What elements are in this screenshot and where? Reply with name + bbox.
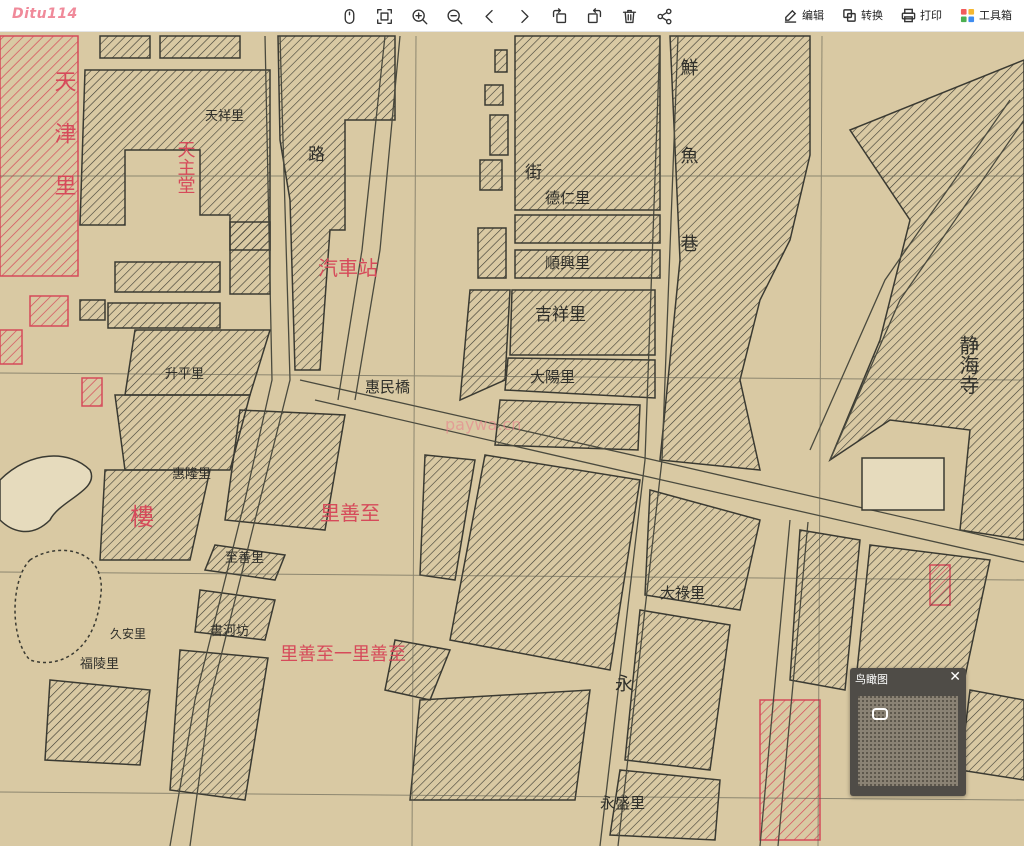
edit-icon (784, 9, 797, 23)
label-deren: 德仁里 (545, 189, 590, 207)
label-zhishan2: 里善至 (320, 501, 380, 525)
toolbar-actions: 编辑 转换 打印 工具箱 (783, 7, 1012, 23)
label-guanglin: 福陵里 (80, 657, 119, 672)
label-lu: 路 (308, 145, 325, 165)
label-tianjinli: 天津里 (51, 70, 77, 226)
overview-title: 鸟瞰图 (855, 673, 888, 686)
convert-label: 转换 (861, 9, 883, 22)
label-yongsheng: 永盛里 (600, 794, 645, 812)
printer-icon (901, 8, 916, 22)
map-watermark: paywa.cn (445, 415, 521, 434)
mouse-icon[interactable] (338, 5, 360, 27)
fit-screen-icon[interactable] (373, 5, 395, 27)
rotate-left-icon[interactable] (548, 5, 570, 27)
label-tianxiang: 天祥里 (205, 109, 244, 124)
chevron-left-icon[interactable] (478, 5, 500, 27)
close-icon[interactable]: ✕ (949, 669, 961, 685)
label-shuhe: 書河坊 (210, 624, 249, 639)
overview-thumbnail[interactable] (858, 696, 958, 786)
rotate-right-icon[interactable] (583, 5, 605, 27)
label-huilong: 惠隆里 (172, 467, 211, 482)
label-jixiang: 吉祥里 (535, 305, 586, 325)
label-tianzhu: 天主堂 (175, 140, 196, 194)
label-xianyu: 鮮魚巷 (678, 58, 699, 322)
label-yong: 永 (615, 674, 633, 695)
edit-button[interactable]: 编辑 (783, 7, 824, 23)
convert-icon (843, 8, 856, 22)
label-shunxing: 順興里 (545, 254, 590, 272)
trash-icon[interactable] (618, 5, 640, 27)
label-jiuyuanli: 久安里 (110, 626, 146, 641)
chevron-right-icon[interactable] (513, 5, 535, 27)
label-dayang: 大陽里 (530, 368, 575, 386)
toolbox-button[interactable]: 工具箱 (960, 7, 1012, 23)
convert-button[interactable]: 转换 (842, 7, 883, 23)
label-lou: 樓 (130, 503, 154, 531)
label-shengping: 升平里 (165, 367, 204, 382)
map-tools (338, 5, 675, 27)
zoom-in-icon[interactable] (408, 5, 430, 27)
label-zhishan: 至善里 (225, 550, 264, 566)
edit-label: 编辑 (802, 9, 824, 22)
share-icon[interactable] (653, 5, 675, 27)
top-toolbar: Ditu114 编辑 转换 打印 工具箱 (0, 0, 1024, 32)
label-huiminqiao: 惠民橋 (365, 378, 410, 396)
label-hongli: 里善至一里善至 (280, 644, 406, 665)
app-logo: Ditu114 (12, 6, 78, 22)
overview-minimap[interactable]: 鸟瞰图 ✕ (850, 668, 966, 796)
map-canvas[interactable]: 德仁里 順興里 吉祥里 大陽里 惠民橋 天祥里 升平里 惠隆里 至善里 書河坊 … (0, 32, 1024, 846)
overview-viewport-indicator[interactable] (872, 708, 888, 720)
toolbox-icon (960, 8, 975, 22)
print-label: 打印 (920, 9, 942, 22)
label-jinghai: 静海寺 (956, 335, 980, 395)
label-qichezhan: 汽車站 (318, 256, 378, 280)
label-dalu: 大祿里 (660, 584, 705, 602)
print-button[interactable]: 打印 (901, 7, 942, 23)
zoom-out-icon[interactable] (443, 5, 465, 27)
toolbox-label: 工具箱 (979, 9, 1012, 22)
label-jie: 街 (525, 163, 542, 183)
